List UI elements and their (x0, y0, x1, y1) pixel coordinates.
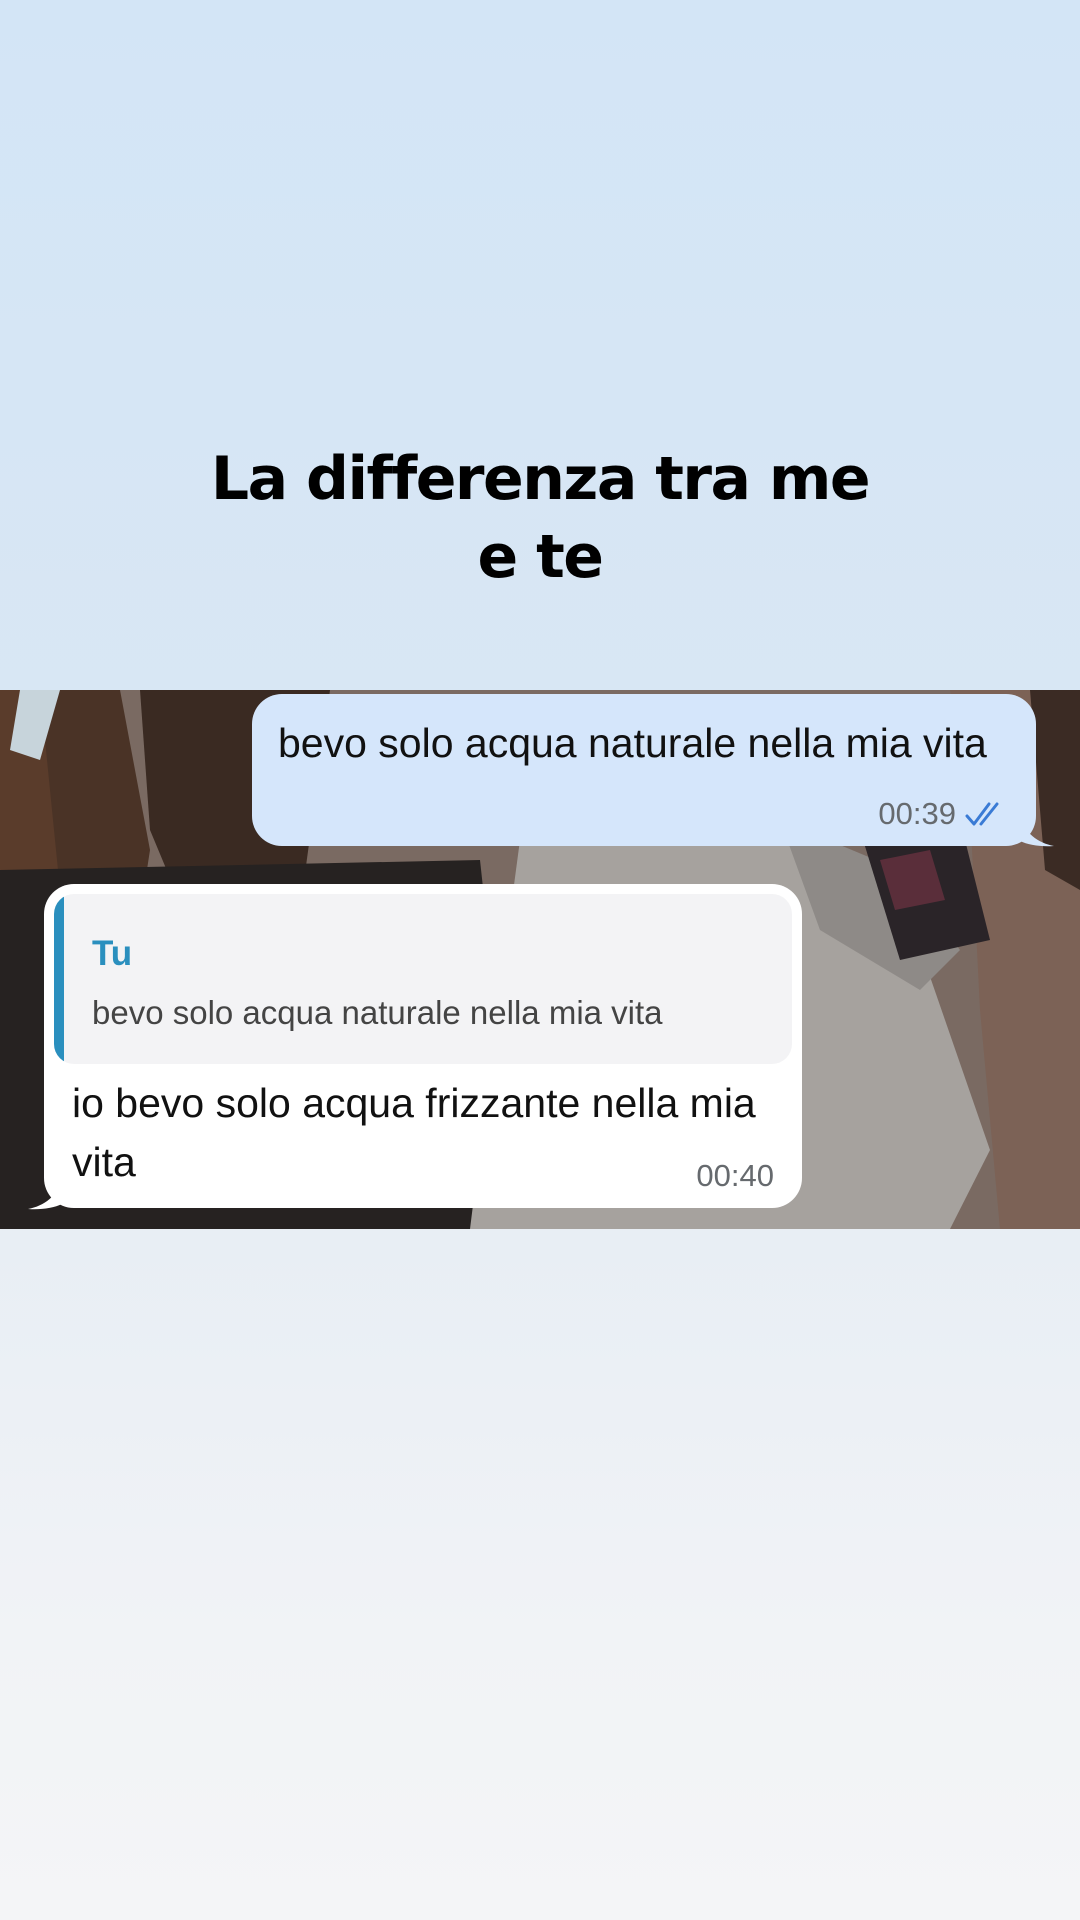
outgoing-message-text: bevo solo acqua naturale nella mia vita (278, 720, 987, 766)
quoted-reply-accent-bar (54, 894, 64, 1064)
outgoing-message-bubble[interactable]: bevo solo acqua naturale nella mia vita … (252, 694, 1036, 846)
caption-line-2: e te (477, 522, 604, 592)
incoming-message-bubble[interactable]: Tu bevo solo acqua naturale nella mia vi… (44, 884, 802, 1208)
outgoing-message-time: 00:39 (878, 796, 956, 831)
quoted-reply[interactable]: Tu bevo solo acqua naturale nella mia vi… (54, 894, 792, 1064)
incoming-bubble-tail (28, 1178, 62, 1210)
incoming-message-text: io bevo solo acqua frizzante nella mia v… (72, 1080, 756, 1185)
caption-line-1: La differenza tra me (210, 444, 871, 514)
quoted-reply-text: bevo solo acqua naturale nella mia vita (92, 994, 663, 1031)
double-check-read-icon (965, 802, 999, 826)
outgoing-message-meta: 00:39 (878, 796, 1008, 832)
incoming-message-time: 00:40 (696, 1158, 774, 1193)
outgoing-bubble-tail (1020, 815, 1054, 847)
caption-title: La differenza tra me e te (0, 440, 1080, 596)
quoted-reply-author: Tu (92, 934, 133, 973)
incoming-message-meta: 00:40 (696, 1158, 774, 1194)
